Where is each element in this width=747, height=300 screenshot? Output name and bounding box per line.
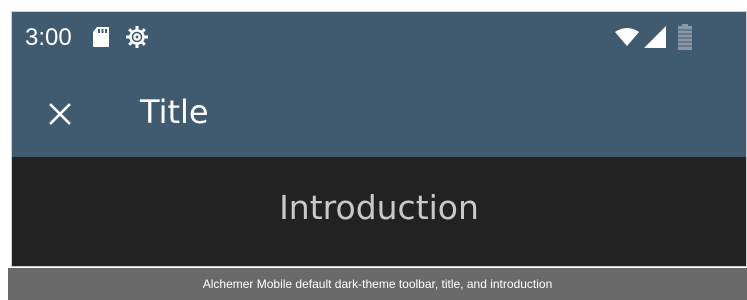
phone-screen: 3:00 Title Introduction (11, 11, 747, 267)
signal-icon (644, 26, 666, 48)
close-icon (49, 103, 71, 125)
toolbar-title: Title (140, 93, 209, 131)
toolbar: Title (12, 68, 746, 157)
status-time: 3:00 (25, 24, 72, 51)
close-button[interactable] (38, 92, 82, 136)
wifi-icon (615, 28, 639, 46)
sd-card-icon (92, 26, 110, 48)
image-caption: Alchemer Mobile default dark-theme toolb… (8, 268, 747, 300)
content-area: Introduction (12, 157, 746, 266)
status-bar: 3:00 (12, 12, 746, 68)
introduction-heading: Introduction (279, 188, 479, 227)
settings-icon (125, 25, 149, 49)
battery-icon (677, 24, 693, 50)
